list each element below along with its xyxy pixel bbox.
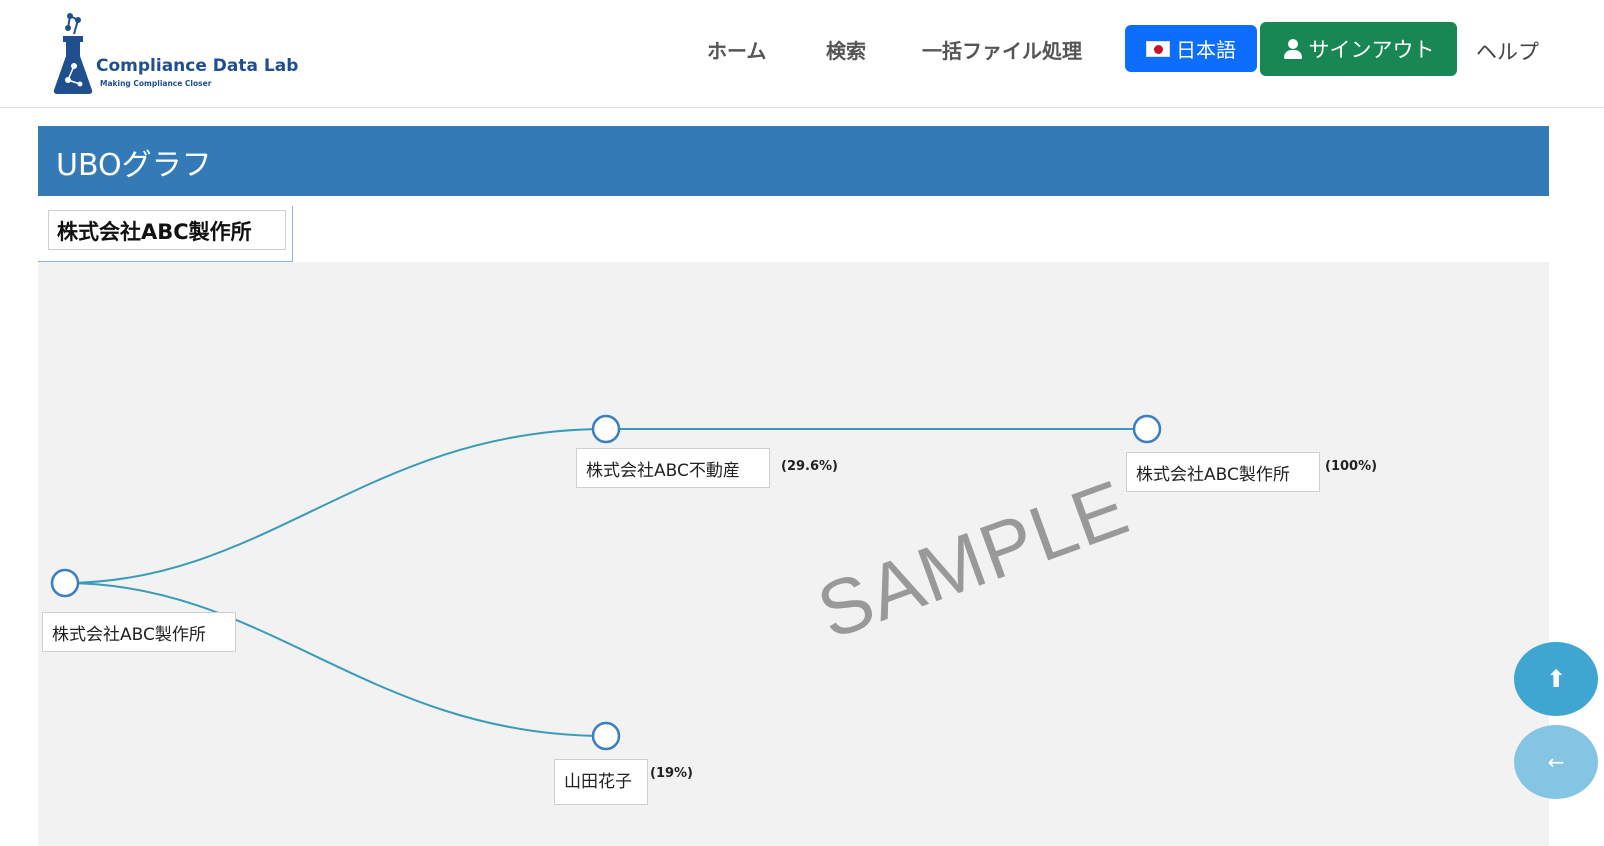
page-title: UBOグラフ [56, 148, 212, 183]
scroll-top-button[interactable]: ⬆ [1514, 642, 1598, 716]
node-realestate-percent: (29.6%) [781, 459, 838, 474]
node-person-percent: (19%) [650, 766, 693, 781]
signout-button[interactable]: サインアウト [1260, 22, 1457, 76]
link-root-to-realestate [64, 428, 607, 584]
node-root-circle [50, 568, 80, 598]
node-person-label[interactable]: 山田花子 [554, 759, 648, 805]
brand-tagline: Making Compliance Closer [100, 79, 212, 88]
user-icon [1283, 39, 1303, 59]
node-manufacturing-percent: (100%) [1325, 459, 1378, 474]
node-manufacturing-label[interactable]: 株式会社ABC製作所 [1126, 452, 1320, 492]
page-header: UBOグラフ [38, 126, 1549, 196]
flask-icon [53, 13, 93, 94]
node-realestate-circle [591, 414, 621, 444]
nav-batch-file[interactable]: 一括ファイル処理 [922, 35, 1082, 64]
link-root-to-person [64, 582, 607, 737]
language-label: 日本語 [1176, 38, 1236, 62]
graph-canvas [50, 414, 1162, 751]
arrow-up-icon: ⬆ [1545, 665, 1567, 693]
top-navbar: Compliance Data Lab Making Compliance Cl… [0, 0, 1604, 108]
node-root-label[interactable]: 株式会社ABC製作所 [42, 612, 236, 652]
node-realestate-label[interactable]: 株式会社ABC不動産 [576, 448, 770, 488]
signout-label: サインアウト [1308, 38, 1435, 62]
nav-help[interactable]: ヘルプ [1476, 36, 1539, 66]
brand-name: Compliance Data Lab [96, 56, 299, 76]
nav-home[interactable]: ホーム [707, 35, 766, 64]
ubo-graph: 株式会社ABC製作所 株式会社ABC不動産 (29.6%) 株式会社ABC製作所… [38, 262, 1549, 846]
node-person-circle [591, 721, 621, 751]
arrow-left-icon: ← [1547, 750, 1565, 774]
language-button[interactable]: 日本語 [1125, 25, 1257, 72]
nav-search[interactable]: 検索 [826, 35, 866, 64]
node-manufacturing-circle [1132, 414, 1162, 444]
brand-logo[interactable]: Compliance Data Lab Making Compliance Cl… [48, 10, 298, 100]
back-button[interactable]: ← [1514, 725, 1598, 799]
entity-tab-container: 株式会社ABC製作所 [38, 206, 293, 262]
japan-flag-icon [1146, 40, 1170, 57]
entity-tab[interactable]: 株式会社ABC製作所 [48, 210, 286, 250]
